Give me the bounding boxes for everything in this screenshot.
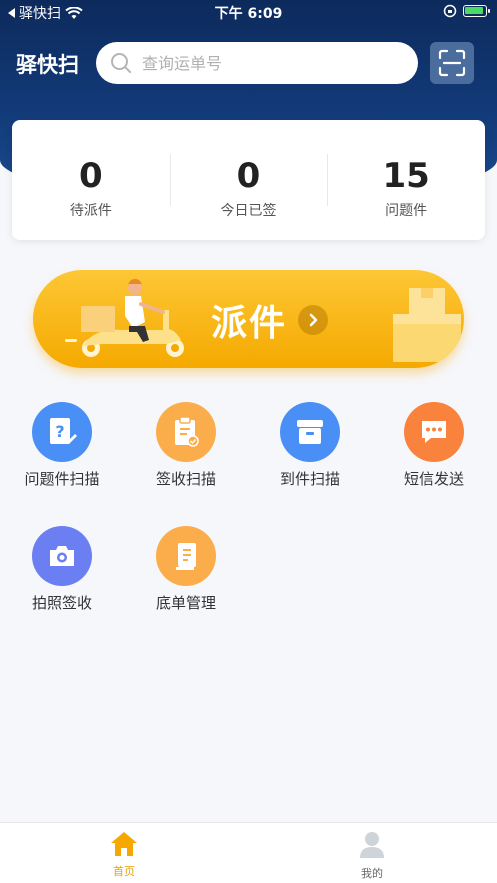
tab-home[interactable]: 首页 [84, 831, 164, 879]
tab-mine[interactable]: 我的 [332, 831, 412, 881]
stat-pending-dispatch[interactable]: 0 待派件 [12, 120, 170, 240]
parcel-boxes-icon [393, 288, 461, 362]
stat-label: 今日已签 [220, 203, 277, 219]
search-input[interactable] [142, 53, 392, 73]
orientation-lock-icon [443, 4, 457, 18]
status-time: 下午 6:09 [214, 6, 283, 22]
stat-value: 0 [236, 156, 261, 196]
func-label: 问题件扫描 [24, 470, 100, 488]
svg-text:?: ? [55, 422, 64, 441]
func-receipt-manage[interactable]: 底单管理 [136, 526, 236, 613]
stat-label: 待派件 [69, 203, 112, 219]
receipt-doc-icon [156, 526, 216, 586]
func-arrival-scan[interactable]: 到件扫描 [260, 402, 360, 489]
package-box-icon [280, 402, 340, 462]
question-doc-icon: ? [32, 402, 92, 462]
dispatch-button[interactable]: 派件 [33, 270, 464, 368]
func-photo-sign[interactable]: 拍照签收 [12, 526, 112, 613]
stat-signed-today[interactable]: 0 今日已签 [169, 120, 328, 240]
home-icon [111, 832, 137, 856]
chevron-right-icon [298, 305, 328, 335]
func-problem-scan[interactable]: ? 问题件扫描 [12, 402, 112, 489]
camera-icon [32, 526, 92, 586]
search-icon [111, 53, 131, 73]
func-label: 拍照签收 [31, 594, 92, 612]
delivery-scooter-icon [65, 279, 184, 357]
scan-frame-icon [438, 49, 466, 77]
stats-card: 0 待派件 0 今日已签 15 问题件 [12, 120, 485, 240]
app-title: 驿快扫 [16, 53, 79, 77]
func-sign-scan[interactable]: 签收扫描 [136, 402, 236, 489]
stat-problem-parcels[interactable]: 15 问题件 [327, 120, 485, 240]
status-bar-right [443, 4, 490, 18]
func-label: 到件扫描 [279, 470, 340, 488]
func-label: 底单管理 [155, 594, 216, 612]
status-bar: 驿快扫 下午 6:09 [0, 0, 497, 24]
tab-label: 首页 [113, 865, 135, 878]
user-icon [360, 832, 384, 858]
tab-label: 我的 [361, 867, 383, 880]
clipboard-check-icon [156, 402, 216, 462]
message-bubble-icon [404, 402, 464, 462]
dispatch-label: 派件 [211, 303, 288, 344]
bottom-tab-bar: 首页 我的 [0, 822, 497, 883]
stat-value: 15 [382, 156, 430, 196]
battery-icon [463, 5, 490, 17]
func-label: 签收扫描 [155, 470, 216, 488]
func-label: 短信发送 [403, 470, 464, 488]
stat-label: 问题件 [385, 203, 428, 219]
stat-value: 0 [79, 156, 103, 196]
scan-button[interactable] [430, 42, 474, 84]
func-sms-send[interactable]: 短信发送 [384, 402, 484, 489]
search-bar[interactable] [96, 42, 418, 84]
